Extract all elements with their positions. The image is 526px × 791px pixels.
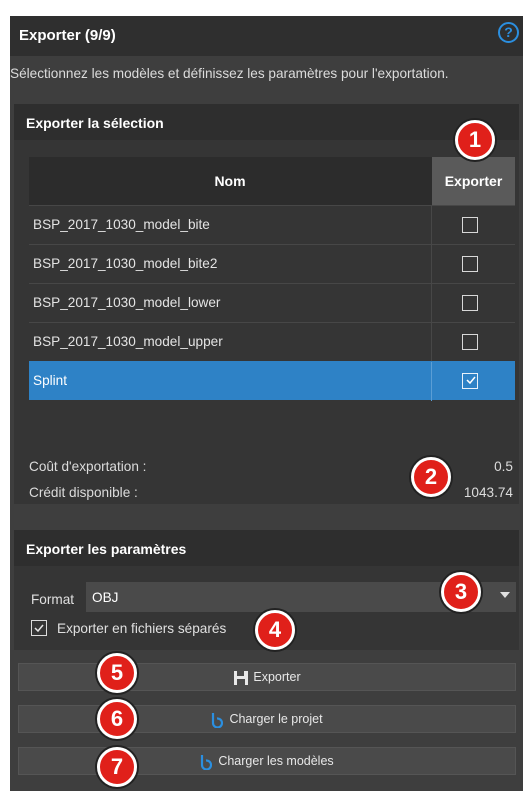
column-header-name[interactable]: Nom bbox=[29, 157, 431, 205]
callout-badge-3: 3 bbox=[441, 572, 481, 612]
model-name: BSP_2017_1030_model_bite2 bbox=[33, 256, 218, 271]
export-checkbox[interactable] bbox=[462, 334, 478, 350]
load-models-label: Charger les modèles bbox=[218, 754, 334, 768]
format-label: Format bbox=[31, 592, 75, 607]
model-name: Splint bbox=[33, 373, 68, 388]
blue-b-icon bbox=[201, 754, 213, 770]
load-models-button[interactable]: Charger les modèles bbox=[18, 747, 516, 775]
export-checkbox-checked[interactable] bbox=[462, 373, 478, 389]
export-cost-label: Coût d'exportation : bbox=[29, 459, 147, 474]
table-row-selected[interactable]: Splint bbox=[29, 361, 515, 401]
callout-badge-6: 6 bbox=[97, 699, 137, 739]
callout-badge-1: 1 bbox=[455, 120, 495, 160]
column-divider bbox=[431, 284, 432, 323]
table-row[interactable]: BSP_2017_1030_model_bite2 bbox=[29, 244, 515, 284]
callout-badge-7: 7 bbox=[97, 747, 137, 787]
export-panel: Exporter (9/9) ? Sélectionnez les modèle… bbox=[10, 16, 523, 791]
help-icon[interactable]: ? bbox=[498, 22, 519, 43]
models-table: Nom Exporter BSP_2017_1030_model_bite BS… bbox=[29, 157, 515, 401]
table-row[interactable]: BSP_2017_1030_model_bite bbox=[29, 205, 515, 245]
chevron-down-icon[interactable] bbox=[500, 592, 510, 598]
format-value: OBJ bbox=[92, 590, 119, 605]
panel-title: Exporter (9/9) bbox=[19, 27, 116, 44]
blue-b-icon bbox=[212, 712, 224, 728]
section-title-params: Exporter les paramètres bbox=[14, 530, 519, 566]
model-name: BSP_2017_1030_model_bite bbox=[33, 217, 210, 232]
column-header-export[interactable]: Exporter bbox=[432, 157, 515, 205]
table-row[interactable]: BSP_2017_1030_model_lower bbox=[29, 283, 515, 323]
column-divider bbox=[431, 245, 432, 284]
export-button[interactable]: Exporter bbox=[18, 663, 516, 691]
table-row[interactable]: BSP_2017_1030_model_upper bbox=[29, 322, 515, 362]
checkmark-icon bbox=[34, 624, 44, 633]
column-divider bbox=[431, 323, 432, 362]
separate-files-label[interactable]: Exporter en fichiers séparés bbox=[57, 621, 226, 636]
export-checkbox[interactable] bbox=[462, 217, 478, 233]
export-cost-value: 0.5 bbox=[494, 459, 513, 474]
callout-badge-2: 2 bbox=[411, 457, 451, 497]
table-header: Nom Exporter bbox=[29, 157, 515, 205]
load-project-label: Charger le projet bbox=[229, 712, 323, 726]
save-icon bbox=[234, 670, 249, 685]
export-checkbox[interactable] bbox=[462, 256, 478, 272]
credit-available-label: Crédit disponible : bbox=[29, 485, 138, 500]
column-divider bbox=[431, 362, 432, 401]
export-button-label: Exporter bbox=[253, 670, 301, 684]
export-checkbox[interactable] bbox=[462, 295, 478, 311]
panel-header: Exporter (9/9) ? bbox=[10, 16, 523, 56]
callout-badge-5: 5 bbox=[97, 653, 137, 693]
credit-available-value: 1043.74 bbox=[463, 485, 513, 500]
model-name: BSP_2017_1030_model_upper bbox=[33, 334, 223, 349]
export-selection-section: Exporter la sélection Nom Exporter BSP_2… bbox=[14, 104, 519, 504]
panel-description: Sélectionnez les modèles et définissez l… bbox=[10, 66, 449, 81]
model-name: BSP_2017_1030_model_lower bbox=[33, 295, 221, 310]
checkmark-icon bbox=[466, 376, 476, 385]
column-divider bbox=[431, 206, 432, 245]
section-title-selection: Exporter la sélection bbox=[14, 104, 519, 140]
callout-badge-4: 4 bbox=[255, 610, 295, 650]
separate-files-checkbox[interactable] bbox=[31, 620, 47, 636]
load-project-button[interactable]: Charger le projet bbox=[18, 705, 516, 733]
